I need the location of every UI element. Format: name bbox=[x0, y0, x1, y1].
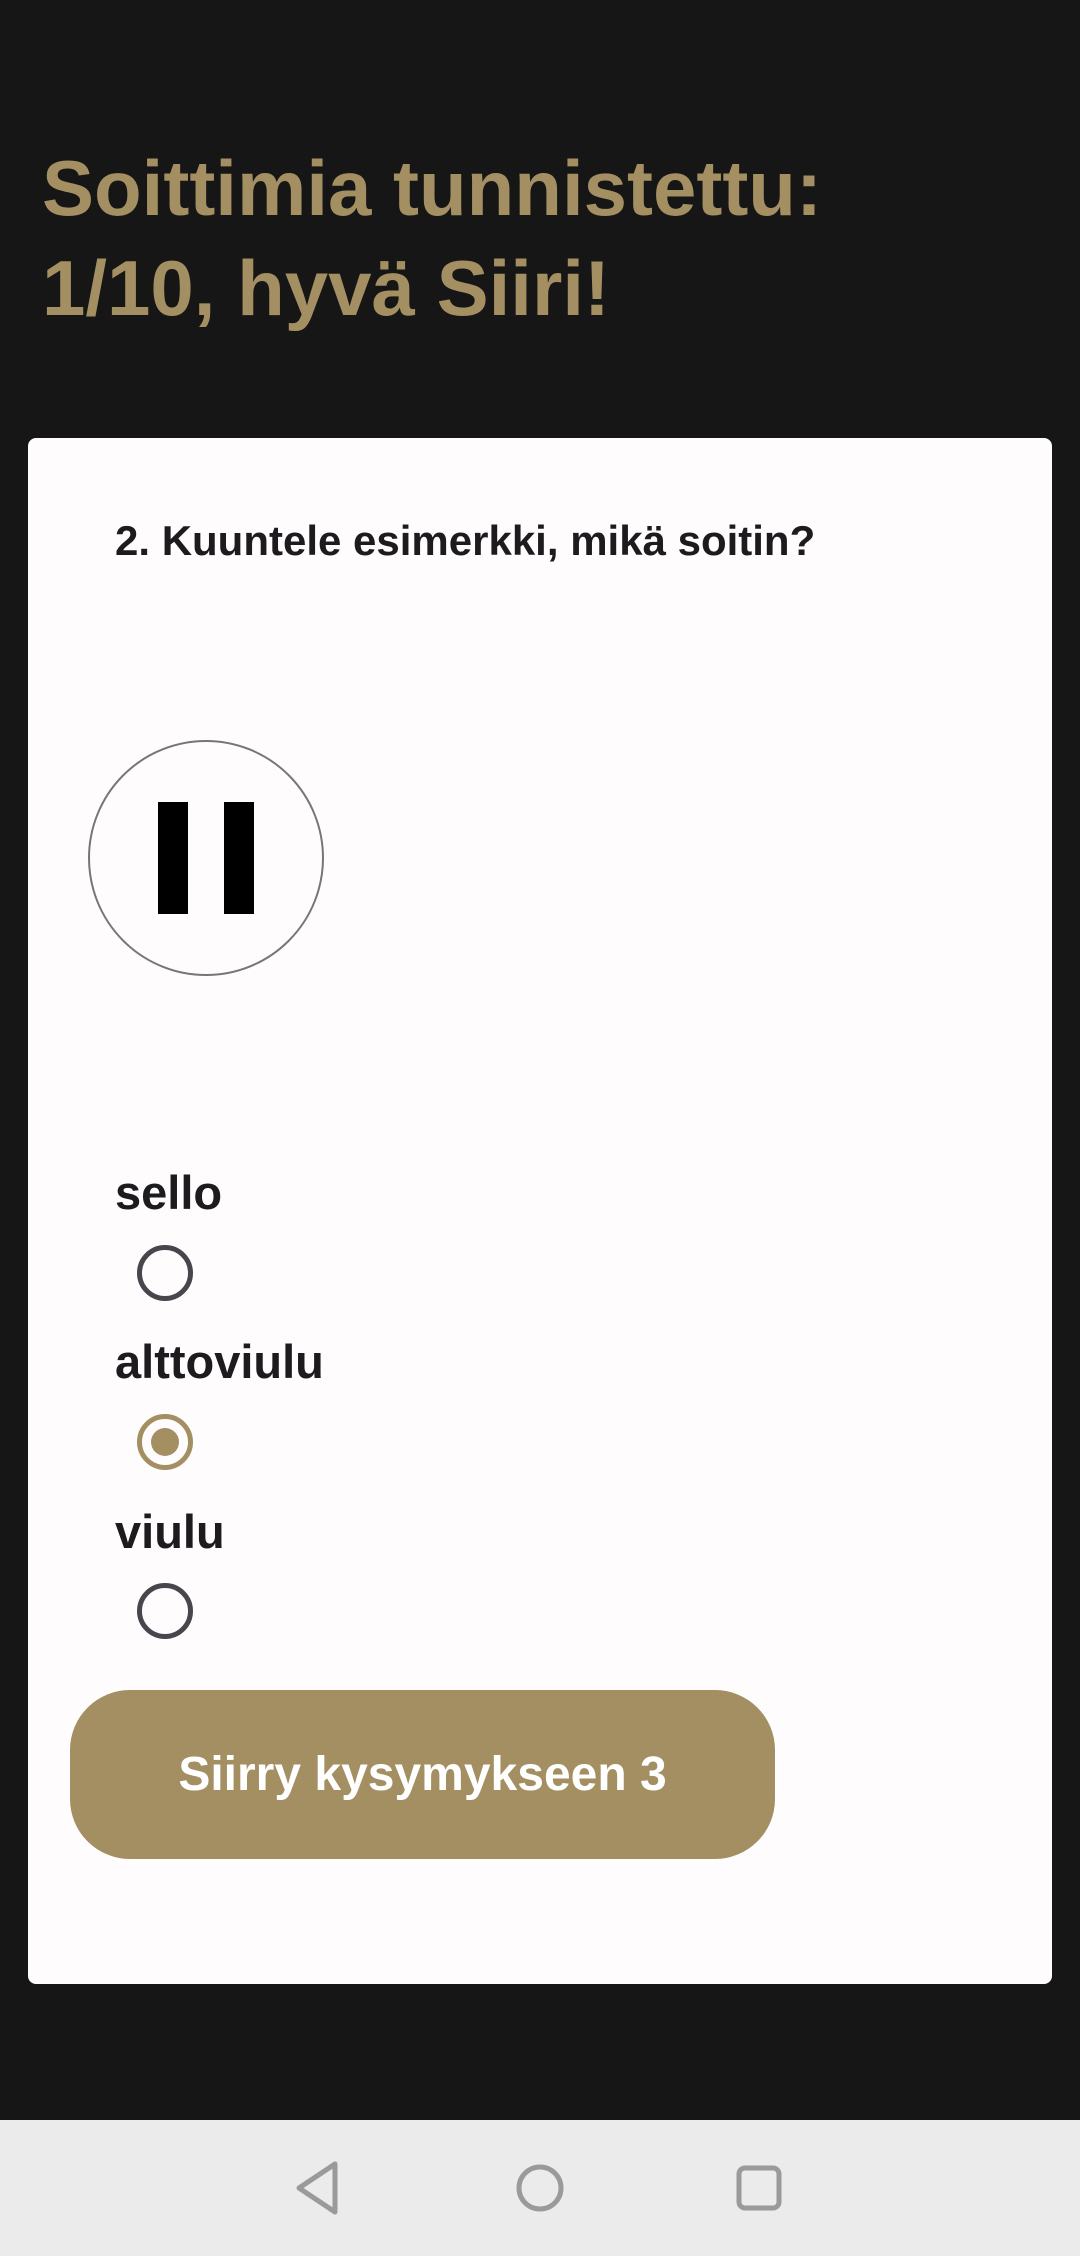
option-label-sello: sello bbox=[115, 1166, 223, 1219]
radio-alttoviulu[interactable] bbox=[137, 1414, 193, 1470]
next-question-button[interactable]: Siirry kysymykseen 3 bbox=[70, 1690, 775, 1859]
back-icon[interactable] bbox=[287, 2154, 355, 2222]
question-text: 2. Kuuntele esimerkki, mikä soitin? bbox=[115, 517, 816, 564]
system-nav-bar bbox=[0, 2120, 1080, 2256]
home-icon[interactable] bbox=[506, 2154, 574, 2222]
option-label-alttoviulu: alttoviulu bbox=[115, 1335, 324, 1388]
pause-bar-left bbox=[158, 802, 188, 914]
option-label-viulu: viulu bbox=[115, 1505, 225, 1558]
radio-viulu[interactable] bbox=[137, 1583, 193, 1639]
radio-selected-dot bbox=[151, 1428, 179, 1456]
page-title: Soittimia tunnistettu: 1/10, hyvä Siiri! bbox=[42, 144, 822, 332]
radio-sello[interactable] bbox=[137, 1245, 193, 1301]
play-pause-button[interactable] bbox=[88, 740, 324, 976]
question-card: 2. Kuuntele esimerkki, mikä soitin? sell… bbox=[28, 438, 1052, 1984]
recents-icon[interactable] bbox=[725, 2154, 793, 2222]
pause-bar-right bbox=[224, 802, 254, 914]
